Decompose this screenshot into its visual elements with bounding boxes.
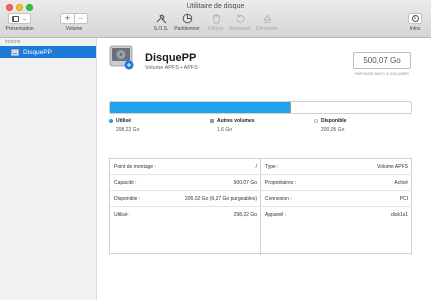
info-label: Point de montage : [114, 164, 156, 170]
toolbar: Utilitaire de disque ⌄ Présentation + − … [0, 0, 431, 38]
legend-used-value: 298,22 Go [116, 127, 140, 133]
info-row-mount-point: Point de montage : / [110, 159, 261, 175]
info-label: Type : [265, 164, 279, 170]
remove-volume-icon[interactable]: − [74, 14, 87, 23]
info-column-left: Point de montage : / Capacité : 500,07 G… [110, 159, 261, 255]
legend-available-name: Disponible [321, 118, 347, 124]
info-value: / [255, 164, 257, 170]
info-value: disk1s1 [391, 212, 408, 218]
hard-drive-icon [11, 48, 19, 56]
available-color-dot [314, 119, 318, 123]
sidebar-section-internal: Interne [5, 39, 21, 45]
sidebar-item-disquepp[interactable]: DisquePP [0, 46, 96, 58]
used-color-dot [109, 119, 113, 123]
other-color-dot [210, 119, 214, 123]
info-row-used: Utilisé : 298,22 Go [110, 207, 261, 223]
sidebar-item-label: DisquePP [23, 48, 52, 56]
shared-volumes-note: PARTAGÉ AVEC 4 VOLUMES [355, 71, 409, 76]
legend-available-value: 200,05 Go [321, 127, 345, 133]
legend-used-name: Utilisé [116, 118, 132, 124]
volume-label: Volume [65, 26, 83, 32]
sos-label: S.O.S. [153, 26, 169, 32]
info-value: Activé [394, 180, 408, 186]
usage-bar-used [110, 102, 290, 113]
first-aid-icon[interactable] [155, 13, 167, 24]
info-value: 206,32 Go (6,27 Go purgeables) [185, 196, 257, 202]
disk-name: DisquePP [145, 52, 197, 64]
info-value: Volume APFS [377, 164, 408, 170]
info-label: Appareil : [265, 212, 287, 218]
presentation-label: Présentation [5, 26, 34, 32]
partition-icon[interactable] [181, 13, 193, 24]
sidebar-toggle-icon [12, 15, 20, 22]
info-table: Point de montage : / Capacité : 500,07 G… [109, 158, 412, 255]
add-volume-icon[interactable]: + [61, 14, 74, 23]
erase-label: Effacer [208, 26, 224, 32]
info-label: Infos [409, 26, 421, 32]
info-button[interactable]: i [408, 13, 422, 24]
info-row-available: Disponible : 206,32 Go (6,27 Go purgeabl… [110, 191, 261, 207]
window-title: Utilitaire de disque [186, 3, 245, 10]
partition-label: Partitionner [174, 26, 200, 32]
info-value: PCI [399, 196, 408, 202]
info-label: Capacité : [114, 180, 137, 186]
info-label: Connexion : [265, 196, 292, 202]
disk-subtitle: Volume APFS • APFS [145, 65, 198, 71]
info-label: Disponible : [114, 196, 141, 202]
info-value: 298,22 Go [233, 212, 257, 218]
info-row-type: Type : Volume APFS [261, 159, 412, 175]
info-icon: i [411, 15, 419, 22]
legend-other-value: 1,6 Go [217, 127, 233, 133]
info-label: Utilisé : [114, 212, 131, 218]
info-row-owners: Propriétaires : Activé [261, 175, 412, 191]
info-column-right: Type : Volume APFS Propriétaires : Activ… [261, 159, 412, 255]
info-label: Propriétaires : [265, 180, 297, 186]
info-value: 500,07 Go [233, 180, 257, 186]
info-row-capacity: Capacité : 500,07 Go [110, 175, 261, 191]
legend-other-name: Autres volumes [217, 118, 255, 124]
restore-icon [234, 13, 246, 24]
usage-bar-other [289, 102, 291, 113]
chevron-down-icon: ⌄ [22, 15, 27, 22]
disk-utility-window: Utilitaire de disque ⌄ Présentation + − … [0, 0, 431, 300]
volume-segmented-control: + − [60, 13, 88, 24]
info-row-device: Appareil : disk1s1 [261, 207, 412, 223]
unmount-label: Démonter [256, 26, 278, 32]
main-pane: DisquePP Volume APFS • APFS 500,07 Go PA… [98, 38, 431, 300]
capacity-badge: 500,07 Go [353, 52, 411, 69]
hard-drive-icon [109, 45, 135, 70]
info-row-connection: Connexion : PCI [261, 191, 412, 207]
restore-label: Restaurer [229, 26, 251, 32]
erase-icon [210, 13, 222, 24]
presentation-button[interactable]: ⌄ [8, 13, 31, 24]
sidebar: Interne DisquePP [0, 38, 97, 300]
eject-icon [261, 13, 273, 24]
usage-bar [109, 101, 412, 114]
